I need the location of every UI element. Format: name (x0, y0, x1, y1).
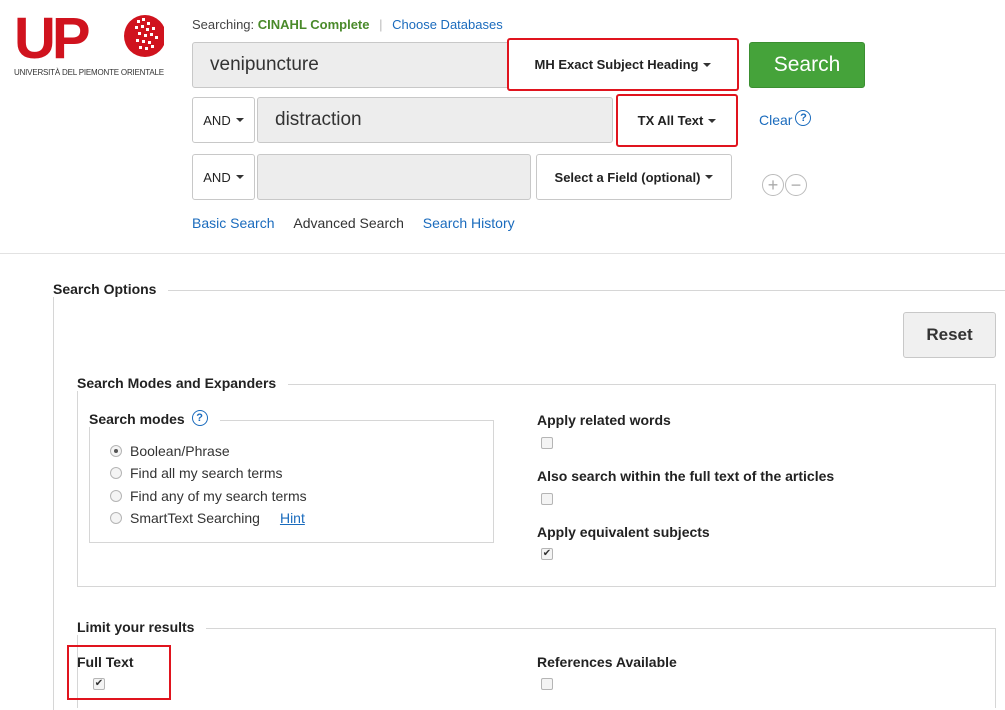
remove-row-icon[interactable]: − (785, 174, 807, 196)
mode-label: Boolean/Phrase (130, 443, 230, 459)
search-input-1-value: venipuncture (210, 54, 319, 75)
reset-button[interactable]: Reset (903, 312, 996, 358)
search-modes-label: Search modes (89, 411, 185, 427)
mode-label: Find any of my search terms (130, 488, 307, 504)
boolean-select-2-label: AND (203, 112, 231, 128)
mode-find-all[interactable]: Find all my search terms (110, 465, 282, 481)
caret-down-icon (235, 118, 244, 122)
mode-label: SmartText Searching (130, 510, 260, 526)
modes-expanders-title: Search Modes and Expanders (77, 375, 289, 391)
search-modes-title: Search modes ? (89, 410, 220, 427)
field-select-2[interactable]: TX All Text (616, 94, 738, 147)
help-icon[interactable]: ? (191, 410, 208, 426)
limits-title: Limit your results (77, 619, 207, 635)
caret-down-icon (235, 175, 244, 179)
search-input-3[interactable] (257, 154, 531, 200)
full-text-search-label: Also search within the full text of the … (537, 468, 835, 484)
search-button[interactable]: Search (749, 42, 865, 88)
clear-label[interactable]: Clear (759, 112, 792, 128)
field-select-3[interactable]: Select a Field (optional) (536, 154, 732, 200)
equivalent-subjects-label: Apply equivalent subjects (537, 524, 710, 540)
logo-letters: UP (14, 8, 89, 68)
separator: | (379, 17, 383, 32)
boolean-select-3-label: AND (203, 169, 231, 185)
references-available-label: References Available (537, 654, 677, 670)
field-select-1[interactable]: MH Exact Subject Heading (507, 38, 739, 91)
boolean-select-2[interactable]: AND (192, 97, 255, 143)
caret-down-icon (708, 118, 717, 123)
radio-icon[interactable] (110, 512, 122, 524)
clear-link[interactable]: Clear? (759, 110, 812, 128)
full-text-limit-checkbox[interactable]: ✔ (93, 678, 105, 690)
related-words-checkbox[interactable] (541, 437, 553, 449)
caret-down-icon (705, 175, 714, 179)
full-text-search-checkbox[interactable] (541, 493, 553, 505)
radio-selected-icon[interactable] (110, 445, 122, 457)
related-words-label: Apply related words (537, 412, 671, 428)
mode-smarttext[interactable]: SmartText Searching Hint (110, 510, 305, 526)
choose-databases-link[interactable]: Choose Databases (392, 17, 503, 32)
upo-logo[interactable]: UP (14, 6, 166, 98)
field-select-1-label: MH Exact Subject Heading (534, 57, 699, 72)
radio-icon[interactable] (110, 490, 122, 502)
add-row-icon[interactable]: + (762, 174, 784, 196)
mode-find-any[interactable]: Find any of my search terms (110, 488, 307, 504)
search-nav-links: Basic Search Advanced Search Search Hist… (192, 215, 515, 231)
help-icon[interactable]: ? (795, 110, 812, 126)
field-select-2-label: TX All Text (637, 113, 704, 128)
search-input-1[interactable]: venipuncture (192, 42, 518, 88)
database-name: CINAHL Complete (257, 17, 370, 32)
search-history-link[interactable]: Search History (423, 215, 515, 231)
references-available-checkbox[interactable] (541, 678, 553, 690)
full-text-limit-label: Full Text (77, 654, 134, 670)
field-select-3-label: Select a Field (optional) (554, 169, 701, 185)
divider (0, 253, 1005, 254)
radio-icon[interactable] (110, 467, 122, 479)
search-input-2-value: distraction (275, 109, 362, 130)
logo-subtitle: UNIVERSITÀ DEL PIEMONTE ORIENTALE (14, 68, 164, 77)
mode-label: Find all my search terms (130, 465, 283, 481)
hint-link[interactable]: Hint (280, 510, 305, 526)
equivalent-subjects-checkbox[interactable]: ✔ (541, 548, 553, 560)
caret-down-icon (703, 62, 712, 67)
boolean-select-3[interactable]: AND (192, 154, 255, 200)
searching-label: Searching: (192, 17, 255, 32)
basic-search-link[interactable]: Basic Search (192, 215, 274, 231)
searching-line: Searching: CINAHL Complete | Choose Data… (192, 17, 503, 32)
advanced-search-label: Advanced Search (293, 215, 404, 231)
search-options-title: Search Options (53, 281, 169, 297)
mode-boolean-phrase[interactable]: Boolean/Phrase (110, 443, 230, 459)
search-input-2[interactable]: distraction (257, 97, 613, 143)
